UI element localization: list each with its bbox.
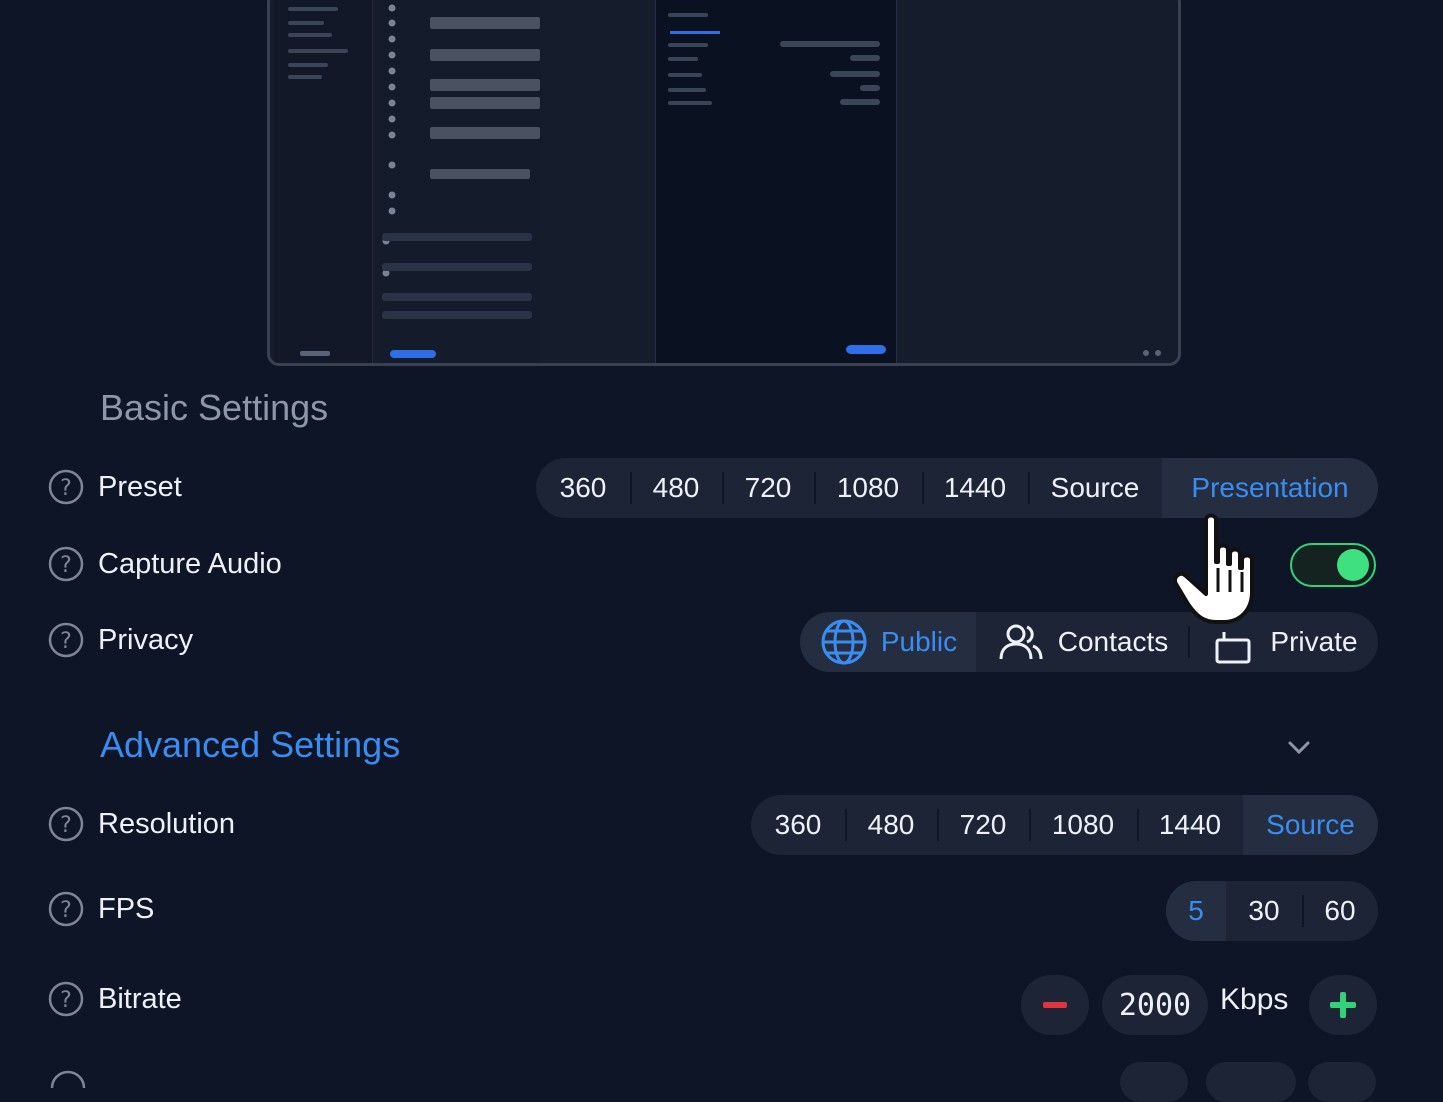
privacy-contacts-label: Contacts <box>1057 626 1169 657</box>
preset-option-480[interactable]: 480 <box>630 458 722 518</box>
preset-option-1440[interactable]: 1440 <box>922 458 1028 518</box>
svg-text:?: ? <box>60 898 72 923</box>
hand-cursor-icon <box>1173 513 1254 624</box>
resolution-row-label: ? Resolution <box>48 806 235 842</box>
preset-row-label: ? Preset <box>48 469 182 505</box>
preset-option-1080[interactable]: 1080 <box>814 458 922 518</box>
help-icon[interactable]: ? <box>48 981 84 1017</box>
help-icon[interactable]: ? <box>48 546 84 582</box>
partial-value-box <box>1206 1062 1296 1102</box>
preset-option-360[interactable]: 360 <box>536 458 630 518</box>
chevron-down-icon[interactable] <box>1286 734 1312 760</box>
users-icon <box>999 624 1043 660</box>
capture-audio-label: Capture Audio <box>98 547 282 580</box>
svg-text:?: ? <box>60 629 72 654</box>
privacy-option-contacts[interactable]: Contacts <box>976 612 1188 672</box>
help-icon[interactable]: ? <box>48 806 84 842</box>
capture-audio-row-label: ? Capture Audio <box>48 546 282 582</box>
bitrate-value[interactable]: 2000 <box>1102 975 1208 1035</box>
partial-decrease-button <box>1120 1062 1188 1102</box>
resolution-selector: 360 480 720 1080 1440 Source <box>751 795 1378 855</box>
resolution-option-360[interactable]: 360 <box>751 795 845 855</box>
plus-icon <box>1330 992 1356 1018</box>
bitrate-label: Bitrate <box>98 982 182 1015</box>
preview-content-sketch <box>288 4 1161 358</box>
resolution-option-480[interactable]: 480 <box>845 795 937 855</box>
preset-option-720[interactable]: 720 <box>722 458 814 518</box>
fps-selector: 5 30 60 <box>1166 881 1378 941</box>
fps-row-label: ? FPS <box>48 891 154 927</box>
resolution-option-720[interactable]: 720 <box>937 795 1029 855</box>
privacy-selector: Public Contacts Private <box>800 612 1378 672</box>
capture-audio-toggle[interactable] <box>1290 543 1376 587</box>
fps-option-60[interactable]: 60 <box>1302 881 1378 941</box>
fps-option-5[interactable]: 5 <box>1166 881 1226 941</box>
svg-text:?: ? <box>60 813 72 838</box>
app-preview-thumbnail <box>267 0 1181 366</box>
preset-option-presentation[interactable]: Presentation <box>1162 458 1378 518</box>
svg-text:?: ? <box>60 476 72 501</box>
help-icon[interactable]: ? <box>48 622 84 658</box>
svg-text:?: ? <box>60 988 72 1013</box>
toggle-knob <box>1337 549 1369 581</box>
privacy-option-public[interactable]: Public <box>800 612 976 672</box>
privacy-row-label: ? Privacy <box>48 622 193 658</box>
fps-option-30[interactable]: 30 <box>1226 881 1302 941</box>
preset-selector: 360 480 720 1080 1440 Source Presentatio… <box>536 458 1378 518</box>
bitrate-unit: Kbps <box>1220 983 1289 1016</box>
help-icon <box>50 1070 86 1088</box>
resolution-option-1080[interactable]: 1080 <box>1029 795 1137 855</box>
bitrate-decrease-button[interactable] <box>1021 975 1089 1035</box>
svg-text:?: ? <box>60 553 72 578</box>
globe-icon <box>821 619 867 665</box>
next-setting-row-partial <box>48 1060 1378 1102</box>
preset-label: Preset <box>98 470 182 503</box>
resolution-label: Resolution <box>98 807 236 840</box>
resolution-option-source[interactable]: Source <box>1243 795 1378 855</box>
preset-option-source[interactable]: Source <box>1028 458 1162 518</box>
partial-increase-button <box>1308 1062 1376 1102</box>
minus-icon <box>1043 1002 1067 1008</box>
basic-settings-title: Basic Settings <box>100 387 329 428</box>
resolution-option-1440[interactable]: 1440 <box>1137 795 1243 855</box>
privacy-label: Privacy <box>98 623 194 656</box>
privacy-public-label: Public <box>880 626 958 657</box>
fps-label: FPS <box>98 892 155 925</box>
bitrate-row-label: ? Bitrate <box>48 981 182 1017</box>
help-icon[interactable]: ? <box>48 469 84 505</box>
privacy-private-label: Private <box>1270 626 1358 657</box>
advanced-settings-title[interactable]: Advanced Settings <box>100 724 400 766</box>
help-icon[interactable]: ? <box>48 891 84 927</box>
bitrate-increase-button[interactable] <box>1309 975 1377 1035</box>
